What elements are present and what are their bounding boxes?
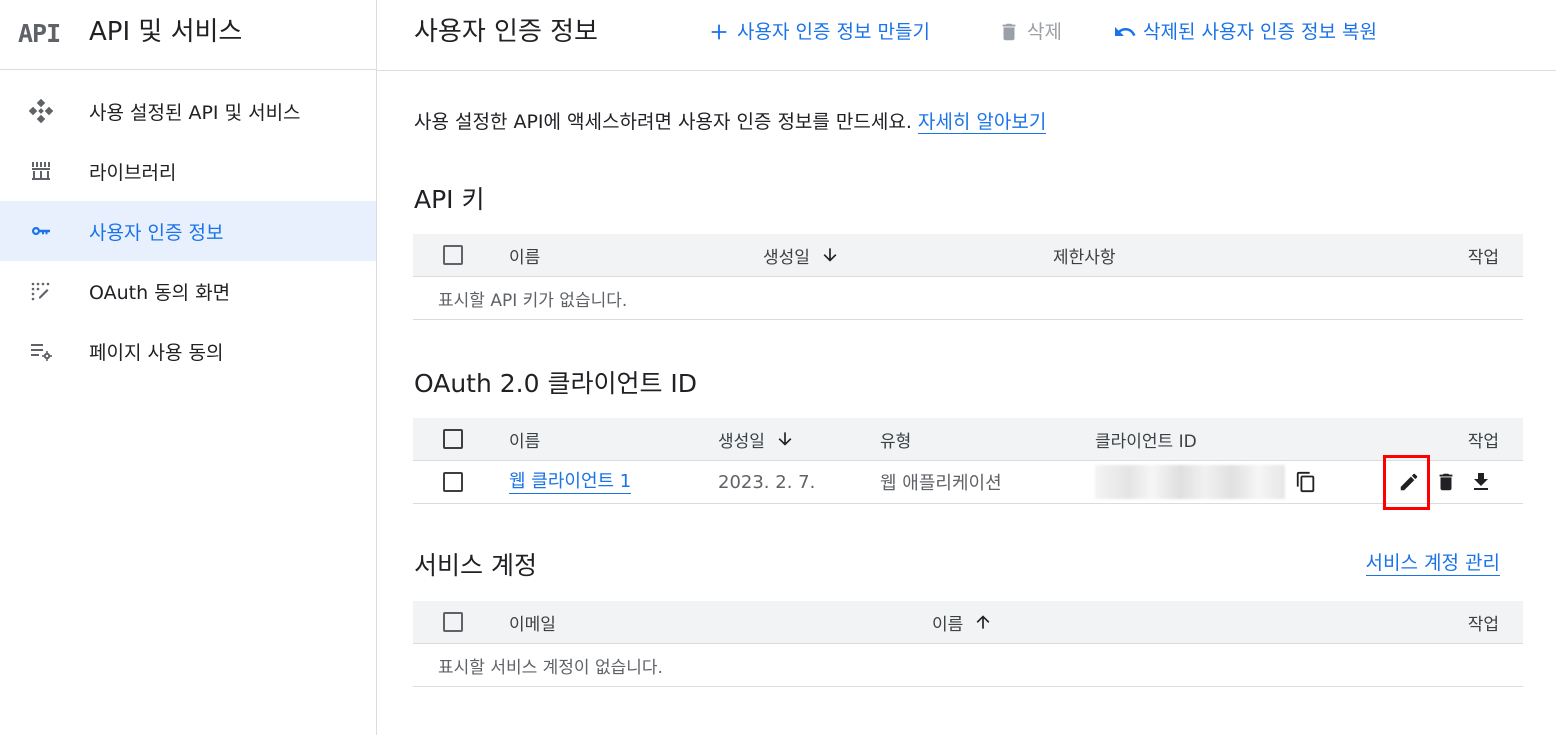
main-content: 사용자 인증 정보 사용자 인증 정보 만들기 삭제 삭제된 사용자 인증 정보… <box>377 0 1556 735</box>
client-type: 웹 애플리케이션 <box>880 473 1002 494</box>
client-id-redacted <box>1095 461 1285 503</box>
checkbox-box <box>443 429 463 449</box>
sidebar-item-label: 페이지 사용 동의 <box>89 341 224 364</box>
sidebar-nav: 사용 설정된 API 및 서비스 라이브러리 사용자 인증 정보 OAuth 동… <box>0 81 376 381</box>
column-name[interactable]: 이름 <box>932 601 993 643</box>
sidebar-item-page-usage[interactable]: 페이지 사용 동의 <box>0 321 376 381</box>
edit-highlight-box <box>1383 455 1430 510</box>
key-icon <box>29 219 53 243</box>
delete-button[interactable]: 삭제 <box>997 18 1062 46</box>
undo-icon <box>1113 20 1137 44</box>
download-client-button[interactable] <box>1468 461 1494 503</box>
library-icon <box>29 159 53 183</box>
plus-icon <box>707 20 731 44</box>
top-toolbar: 사용자 인증 정보 사용자 인증 정보 만들기 삭제 삭제된 사용자 인증 정보… <box>377 0 1556 71</box>
intro-text: 사용 설정한 API에 액세스하려면 사용자 인증 정보를 만드세요. 자세히 알… <box>414 107 1047 134</box>
sidebar-item-label: 사용자 인증 정보 <box>89 221 224 244</box>
arrow-down-icon <box>775 429 795 449</box>
download-icon <box>1468 469 1494 495</box>
select-all-checkbox[interactable] <box>443 234 463 276</box>
client-created: 2023. 2. 7. <box>718 471 816 493</box>
table-header: 이메일 이름 작업 <box>413 601 1523 644</box>
empty-row: 표시할 서비스 계정이 없습니다. <box>413 644 1523 687</box>
checkbox-box <box>443 612 463 632</box>
service-accounts-title: 서비스 계정 <box>414 551 537 580</box>
list-settings-icon <box>29 339 53 363</box>
column-created[interactable]: 생성일 <box>718 418 795 460</box>
client-name-link[interactable]: 웹 클라이언트 1 <box>509 471 632 494</box>
api-logo: API <box>18 19 61 48</box>
sidebar-item-library[interactable]: 라이브러리 <box>0 141 376 201</box>
column-type: 유형 <box>880 431 912 452</box>
sidebar-item-oauth-consent[interactable]: OAuth 동의 화면 <box>0 261 376 321</box>
copy-icon <box>1293 469 1319 495</box>
column-created[interactable]: 생성일 <box>763 234 840 276</box>
delete-client-button[interactable] <box>1433 461 1459 503</box>
checkbox-box <box>443 472 463 492</box>
table-header: 이름 생성일 유형 클라이언트 ID 작업 <box>413 418 1523 461</box>
sidebar-item-credentials[interactable]: 사용자 인증 정보 <box>0 201 376 261</box>
redacted-blur <box>1095 465 1285 499</box>
sidebar-item-enabled-apis[interactable]: 사용 설정된 API 및 서비스 <box>0 81 376 141</box>
column-name-label: 이름 <box>932 614 964 635</box>
select-all-checkbox[interactable] <box>443 418 463 460</box>
column-actions: 작업 <box>1467 431 1499 452</box>
column-client-id: 클라이언트 ID <box>1095 431 1197 452</box>
oauth-title: OAuth 2.0 클라이언트 ID <box>414 369 698 398</box>
client-name-cell: 웹 클라이언트 1 <box>509 461 632 503</box>
arrow-up-icon <box>973 612 993 632</box>
column-restrictions: 제한사항 <box>1053 247 1116 268</box>
delete-label: 삭제 <box>1027 21 1062 43</box>
trash-icon <box>997 20 1021 44</box>
sidebar-item-label: 사용 설정된 API 및 서비스 <box>89 101 301 124</box>
manage-service-accounts-link[interactable]: 서비스 계정 관리 <box>1365 551 1500 576</box>
page-title: 사용자 인증 정보 <box>414 17 598 47</box>
intro-message: 사용 설정한 API에 액세스하려면 사용자 인증 정보를 만드세요. <box>414 111 912 133</box>
column-email[interactable]: 이메일 <box>509 601 556 643</box>
service-accounts-table: 이메일 이름 작업 표시할 서비스 계정이 없습니다. <box>413 601 1523 687</box>
copy-client-id-button[interactable] <box>1293 461 1319 503</box>
empty-row: 표시할 API 키가 없습니다. <box>413 277 1523 320</box>
create-credentials-label: 사용자 인증 정보 만들기 <box>737 21 930 43</box>
empty-message: 표시할 서비스 계정이 없습니다. <box>438 657 663 678</box>
trash-icon <box>1433 469 1459 495</box>
oauth-table: 이름 생성일 유형 클라이언트 ID 작업 웹 클라이언트 1 2023. 2.… <box>413 418 1523 510</box>
table-row: 웹 클라이언트 1 2023. 2. 7. 웹 애플리케이션 <box>413 455 1523 510</box>
sidebar-header: API API 및 서비스 <box>0 0 376 70</box>
select-all-checkbox[interactable] <box>443 601 463 643</box>
column-created-label: 생성일 <box>763 247 810 268</box>
checkbox-box <box>443 245 463 265</box>
column-actions: 작업 <box>1467 247 1499 268</box>
restore-deleted-button[interactable]: 삭제된 사용자 인증 정보 복원 <box>1113 18 1377 46</box>
sidebar-item-label: OAuth 동의 화면 <box>89 281 231 304</box>
api-keys-title: API 키 <box>414 185 485 214</box>
learn-more-link[interactable]: 자세히 알아보기 <box>917 111 1047 134</box>
dotted-consent-icon <box>29 279 53 303</box>
restore-label: 삭제된 사용자 인증 정보 복원 <box>1143 21 1377 43</box>
row-checkbox[interactable] <box>443 461 463 503</box>
sidebar-item-label: 라이브러리 <box>89 161 177 184</box>
diamond-grid-icon <box>29 99 53 123</box>
sidebar: API API 및 서비스 사용 설정된 API 및 서비스 라이브러리 사용자… <box>0 0 377 735</box>
arrow-down-icon <box>820 245 840 265</box>
column-name[interactable]: 이름 <box>509 234 540 276</box>
column-name[interactable]: 이름 <box>509 418 540 460</box>
sidebar-title: API 및 서비스 <box>89 17 243 47</box>
create-credentials-button[interactable]: 사용자 인증 정보 만들기 <box>707 18 930 46</box>
column-actions: 작업 <box>1467 614 1499 635</box>
api-keys-table: 이름 생성일 제한사항 작업 표시할 API 키가 없습니다. <box>413 234 1523 320</box>
empty-message: 표시할 API 키가 없습니다. <box>438 290 628 311</box>
table-header: 이름 생성일 제한사항 작업 <box>413 234 1523 277</box>
column-created-label: 생성일 <box>718 431 765 452</box>
